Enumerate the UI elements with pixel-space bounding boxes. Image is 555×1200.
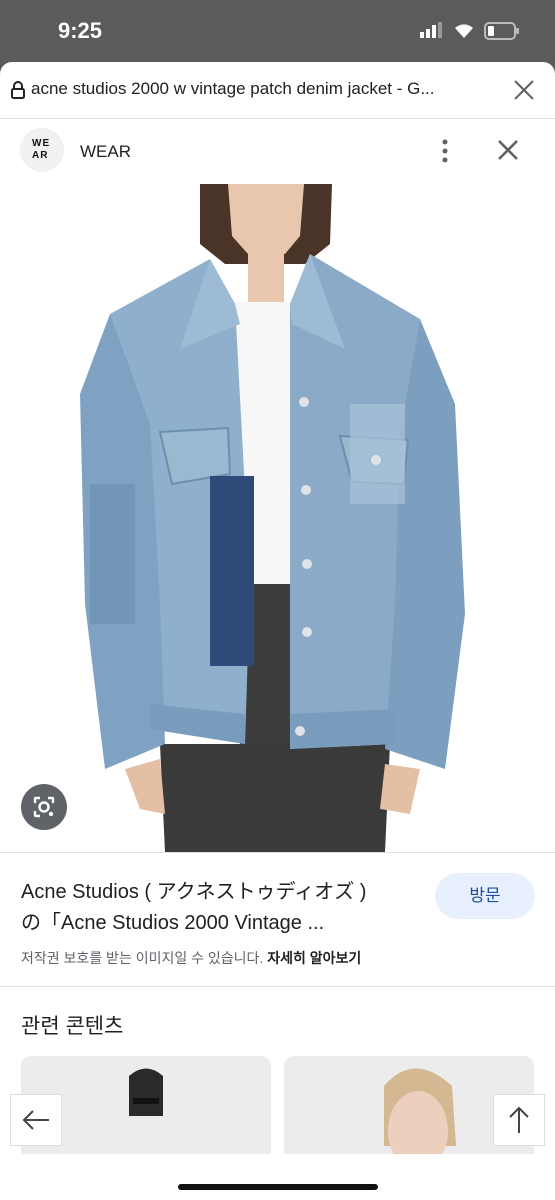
result-title[interactable]: Acne Studios ( アクネストゥディオズ ) の「Acne Studi… (21, 877, 411, 939)
learn-more-link[interactable]: 자세히 알아보기 (267, 950, 361, 966)
status-time: 9:25 (58, 18, 103, 43)
visit-button[interactable]: 방문 (435, 873, 535, 919)
site-logo[interactable]: WE AR (20, 128, 64, 172)
lock-icon (11, 81, 25, 99)
copyright-notice: 저작권 보호를 받는 이미지일 수 있습니다. 자세히 알아보기 (21, 948, 361, 968)
home-indicator[interactable] (178, 1184, 378, 1190)
denim-jacket-photo (80, 184, 465, 852)
logo-line-2: AR (32, 150, 49, 161)
close-viewer-icon[interactable] (496, 138, 520, 162)
url-text[interactable]: acne studios 2000 w vintage patch denim … (31, 79, 491, 99)
previous-image-button[interactable] (10, 1094, 62, 1146)
site-name[interactable]: WEAR (80, 142, 131, 162)
arrow-left-icon (22, 1110, 49, 1130)
google-lens-button[interactable] (21, 784, 67, 830)
cellular-signal-icon (420, 22, 442, 38)
more-options-icon[interactable] (438, 138, 452, 164)
result-title-line-1: Acne Studios ( アクネストゥディオズ ) (21, 881, 367, 903)
result-info-panel: Acne Studios ( アクネストゥディオズ ) の「Acne Studi… (0, 852, 555, 987)
lens-icon (33, 796, 55, 818)
site-header: WE AR WEAR (0, 118, 555, 184)
wifi-icon (455, 24, 473, 38)
related-content-heading: 관련 콘텐츠 (21, 1015, 124, 1038)
status-bar: 9:25 (0, 0, 555, 62)
scroll-to-top-button[interactable] (493, 1094, 545, 1146)
battery-low-icon (484, 22, 519, 40)
section-divider (0, 986, 555, 987)
arrow-up-icon (509, 1106, 529, 1133)
logo-line-1: WE (32, 138, 51, 149)
image-viewer-sheet: acne studios 2000 w vintage patch denim … (0, 62, 555, 1200)
home-indicator-area (0, 1154, 555, 1200)
copyright-text: 저작권 보호를 받는 이미지일 수 있습니다. (21, 950, 264, 966)
url-bar[interactable]: acne studios 2000 w vintage patch denim … (0, 62, 555, 119)
close-icon[interactable] (512, 78, 536, 102)
product-image[interactable] (0, 184, 555, 852)
result-title-line-2: の「Acne Studios 2000 Vintage ... (21, 912, 325, 934)
